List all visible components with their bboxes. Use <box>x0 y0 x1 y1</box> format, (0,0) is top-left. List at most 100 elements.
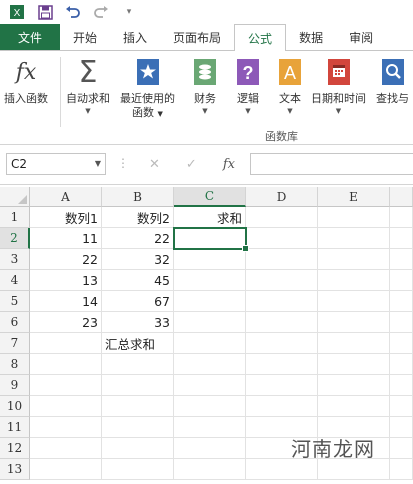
enter-icon[interactable]: ✓ <box>186 157 197 172</box>
tab-data[interactable]: 数据 <box>286 24 336 50</box>
datetime-button[interactable]: 日期和时间 ▼ <box>311 55 366 116</box>
row-header-7[interactable]: 7 <box>0 333 30 354</box>
row-header-10[interactable]: 10 <box>0 396 30 417</box>
cell-b12[interactable] <box>102 438 174 459</box>
recent-functions-button[interactable]: 最近使用的 函数 ▼ <box>120 55 175 121</box>
cell-a9[interactable] <box>30 375 102 396</box>
cell-b6[interactable]: 33 <box>102 312 174 333</box>
formula-input[interactable] <box>250 153 413 175</box>
cell-a1[interactable]: 数列1 <box>30 207 102 228</box>
cancel-icon[interactable]: ✕ <box>149 157 160 172</box>
cell-c12[interactable] <box>174 438 246 459</box>
cell-f12[interactable] <box>390 438 413 459</box>
tab-formulas[interactable]: 公式 <box>234 24 287 51</box>
cell-d2[interactable] <box>246 228 318 249</box>
cell-f11[interactable] <box>390 417 413 438</box>
cell-c7[interactable] <box>174 333 246 354</box>
cell-e8[interactable] <box>318 354 390 375</box>
cell-f1[interactable] <box>390 207 413 228</box>
cell-a4[interactable]: 13 <box>30 270 102 291</box>
cell-c10[interactable] <box>174 396 246 417</box>
row-header-13[interactable]: 13 <box>0 459 30 480</box>
row-header-9[interactable]: 9 <box>0 375 30 396</box>
financial-button[interactable]: 财务 ▼ <box>190 55 220 116</box>
cell-c2[interactable] <box>173 227 249 252</box>
cell-a12[interactable] <box>30 438 102 459</box>
cell-d9[interactable] <box>246 375 318 396</box>
column-header-e[interactable]: E <box>318 187 390 207</box>
cell-d6[interactable] <box>246 312 318 333</box>
cell-f3[interactable] <box>390 249 413 270</box>
cell-a3[interactable]: 22 <box>30 249 102 270</box>
row-header-1[interactable]: 1 <box>0 207 30 228</box>
cell-d4[interactable] <box>246 270 318 291</box>
undo-icon[interactable] <box>64 3 82 21</box>
cell-b10[interactable] <box>102 396 174 417</box>
cell-f8[interactable] <box>390 354 413 375</box>
cell-e1[interactable] <box>318 207 390 228</box>
cell-f10[interactable] <box>390 396 413 417</box>
cell-a2[interactable]: 11 <box>30 228 102 249</box>
cell-b5[interactable]: 67 <box>102 291 174 312</box>
save-icon[interactable] <box>36 3 54 21</box>
cell-b13[interactable] <box>102 459 174 480</box>
lookup-button[interactable]: 查找与 <box>376 55 409 106</box>
cell-b8[interactable] <box>102 354 174 375</box>
cell-e7[interactable] <box>318 333 390 354</box>
column-header-b[interactable]: B <box>102 187 174 207</box>
row-header-3[interactable]: 3 <box>0 249 30 270</box>
cell-e2[interactable] <box>318 228 390 249</box>
cell-b4[interactable]: 45 <box>102 270 174 291</box>
name-box[interactable]: C2 ▼ <box>6 153 106 175</box>
cell-d13[interactable] <box>246 459 318 480</box>
cell-a7[interactable] <box>30 333 102 354</box>
cell-e9[interactable] <box>318 375 390 396</box>
cell-b3[interactable]: 32 <box>102 249 174 270</box>
cell-b7[interactable]: 汇总求和 <box>102 333 174 354</box>
row-header-8[interactable]: 8 <box>0 354 30 375</box>
cell-e4[interactable] <box>318 270 390 291</box>
cell-b2[interactable]: 22 <box>102 228 174 249</box>
cell-b9[interactable] <box>102 375 174 396</box>
cell-a5[interactable]: 14 <box>30 291 102 312</box>
cell-a8[interactable] <box>30 354 102 375</box>
cell-c6[interactable] <box>174 312 246 333</box>
cell-c3[interactable] <box>174 249 246 270</box>
column-header-d[interactable]: D <box>246 187 318 207</box>
tab-review[interactable]: 审阅 <box>336 24 386 50</box>
cell-f13[interactable] <box>390 459 413 480</box>
cell-b1[interactable]: 数列2 <box>102 207 174 228</box>
cell-c13[interactable] <box>174 459 246 480</box>
cell-d5[interactable] <box>246 291 318 312</box>
tab-home[interactable]: 开始 <box>60 24 110 50</box>
cell-e10[interactable] <box>318 396 390 417</box>
row-header-4[interactable]: 4 <box>0 270 30 291</box>
row-header-6[interactable]: 6 <box>0 312 30 333</box>
cell-b11[interactable] <box>102 417 174 438</box>
select-all-button[interactable] <box>0 187 30 207</box>
cell-f2[interactable] <box>390 228 413 249</box>
insert-function-button[interactable]: fx 插入函数 <box>4 55 48 106</box>
cell-c5[interactable] <box>174 291 246 312</box>
cell-e3[interactable] <box>318 249 390 270</box>
cell-f5[interactable] <box>390 291 413 312</box>
chevron-down-icon[interactable]: ▼ <box>95 159 101 168</box>
cell-a11[interactable] <box>30 417 102 438</box>
cell-d1[interactable] <box>246 207 318 228</box>
cell-f6[interactable] <box>390 312 413 333</box>
cell-f7[interactable] <box>390 333 413 354</box>
cell-c11[interactable] <box>174 417 246 438</box>
customize-icon[interactable]: ▾ <box>120 3 138 21</box>
cell-d8[interactable] <box>246 354 318 375</box>
cell-f9[interactable] <box>390 375 413 396</box>
column-header-c[interactable]: C <box>174 187 246 207</box>
cell-d3[interactable] <box>246 249 318 270</box>
cell-c4[interactable] <box>174 270 246 291</box>
tab-page-layout[interactable]: 页面布局 <box>160 24 234 50</box>
tab-file[interactable]: 文件 <box>0 24 60 50</box>
autosum-button[interactable]: Σ 自动求和 ▼ <box>66 55 110 116</box>
cell-e13[interactable] <box>318 459 390 480</box>
redo-icon[interactable] <box>92 3 110 21</box>
cell-a10[interactable] <box>30 396 102 417</box>
text-button[interactable]: A 文本 ▼ <box>275 55 305 116</box>
